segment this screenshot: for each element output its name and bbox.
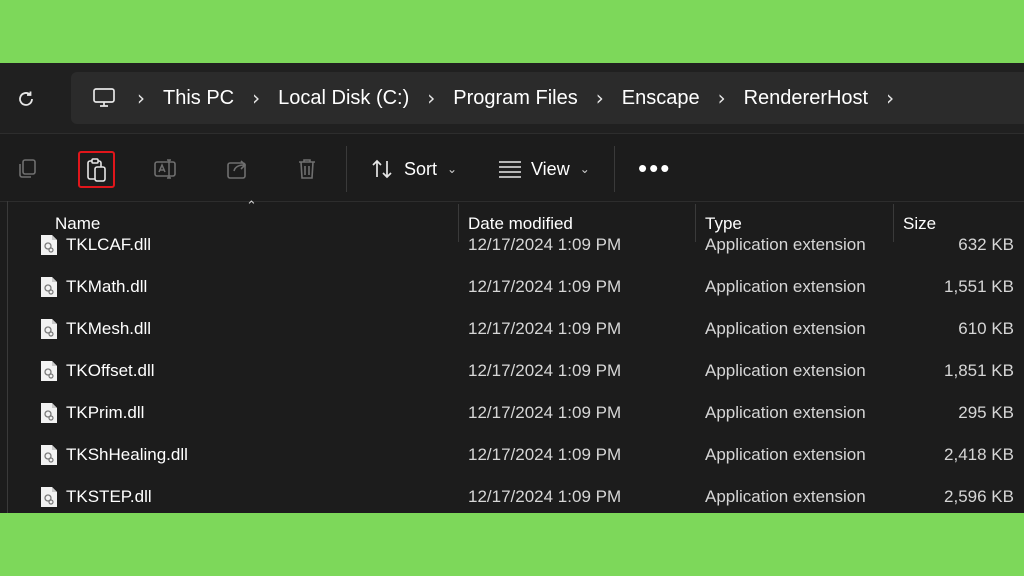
chevron-down-icon: ⌄ bbox=[447, 162, 458, 176]
crumb-rendererhost[interactable]: RendererHost bbox=[744, 87, 869, 110]
crumb-local-disk[interactable]: Local Disk (C:) bbox=[278, 87, 409, 110]
column-size-header[interactable]: Size bbox=[903, 214, 936, 234]
file-date: 12/17/2024 1:09 PM bbox=[468, 361, 622, 380]
sort-ascending-icon: ⌃ bbox=[246, 198, 257, 213]
dll-file-icon bbox=[40, 235, 58, 256]
file-name: TKMath.dll bbox=[66, 277, 148, 296]
file-date: 12/17/2024 1:09 PM bbox=[468, 445, 622, 464]
file-size: 295 KB bbox=[958, 403, 1014, 422]
paste-button[interactable] bbox=[78, 151, 115, 188]
table-row[interactable]: TKMath.dll 12/17/2024 1:09 PM Applicatio… bbox=[0, 266, 1024, 308]
breadcrumb[interactable]: › This PC › Local Disk (C:) › Program Fi… bbox=[71, 72, 1024, 124]
view-icon bbox=[499, 161, 521, 178]
table-row[interactable]: TKSTEP.dll 12/17/2024 1:09 PM Applicatio… bbox=[0, 476, 1024, 513]
file-size: 2,418 KB bbox=[944, 445, 1014, 464]
copy-button[interactable] bbox=[9, 151, 45, 187]
file-date: 12/17/2024 1:09 PM bbox=[468, 487, 622, 506]
address-row: › This PC › Local Disk (C:) › Program Fi… bbox=[0, 63, 1024, 133]
file-size: 610 KB bbox=[958, 319, 1014, 338]
file-list: TKLCAF.dll 12/17/2024 1:09 PM Applicatio… bbox=[0, 235, 1024, 513]
share-button[interactable] bbox=[219, 151, 255, 187]
column-type-header[interactable]: Type bbox=[705, 214, 742, 234]
sort-dropdown[interactable]: Sort ⌄ bbox=[370, 151, 457, 187]
file-type: Application extension bbox=[705, 277, 866, 296]
chevron-right-icon[interactable]: › bbox=[886, 86, 894, 110]
file-name: TKMesh.dll bbox=[66, 319, 152, 338]
share-icon bbox=[227, 160, 247, 179]
column-name-header[interactable]: Name bbox=[55, 214, 100, 234]
table-row[interactable]: TKLCAF.dll 12/17/2024 1:09 PM Applicatio… bbox=[0, 235, 1024, 266]
file-date: 12/17/2024 1:09 PM bbox=[468, 403, 622, 422]
chevron-right-icon[interactable]: › bbox=[718, 86, 726, 110]
crumb-this-pc[interactable]: This PC bbox=[163, 87, 234, 110]
rename-icon bbox=[154, 159, 176, 179]
dll-file-icon bbox=[40, 276, 58, 298]
toolbar-divider bbox=[614, 146, 615, 192]
file-name: TKShHealing.dll bbox=[66, 445, 188, 464]
command-bar: Sort ⌄ View ⌄ ••• bbox=[0, 133, 1024, 201]
file-type: Application extension bbox=[705, 235, 866, 254]
file-date: 12/17/2024 1:09 PM bbox=[468, 235, 622, 254]
table-row[interactable]: TKOffset.dll 12/17/2024 1:09 PM Applicat… bbox=[0, 350, 1024, 392]
file-explorer-window: › This PC › Local Disk (C:) › Program Fi… bbox=[0, 63, 1024, 513]
dll-file-icon bbox=[40, 360, 58, 382]
view-dropdown[interactable]: View ⌄ bbox=[497, 151, 590, 187]
chevron-down-icon: ⌄ bbox=[579, 162, 590, 176]
rename-button[interactable] bbox=[148, 151, 184, 187]
this-pc-icon[interactable] bbox=[89, 83, 119, 113]
delete-button[interactable] bbox=[289, 151, 325, 187]
chevron-right-icon[interactable]: › bbox=[427, 86, 435, 110]
copy-icon bbox=[19, 159, 36, 178]
file-date: 12/17/2024 1:09 PM bbox=[468, 319, 622, 338]
file-name: TKSTEP.dll bbox=[66, 487, 152, 506]
column-date-header[interactable]: Date modified bbox=[468, 214, 573, 234]
chevron-right-icon[interactable]: › bbox=[596, 86, 604, 110]
file-name: TKPrim.dll bbox=[66, 403, 145, 422]
file-size: 2,596 KB bbox=[944, 487, 1014, 506]
crumb-program-files[interactable]: Program Files bbox=[453, 87, 577, 110]
table-row[interactable]: TKShHealing.dll 12/17/2024 1:09 PM Appli… bbox=[0, 434, 1024, 476]
dll-file-icon bbox=[40, 486, 58, 508]
file-type: Application extension bbox=[705, 361, 866, 380]
table-row[interactable]: TKMesh.dll 12/17/2024 1:09 PM Applicatio… bbox=[0, 308, 1024, 350]
file-size: 632 KB bbox=[958, 235, 1014, 254]
refresh-button[interactable] bbox=[12, 85, 40, 113]
file-date: 12/17/2024 1:09 PM bbox=[468, 277, 622, 296]
dll-file-icon bbox=[40, 444, 58, 466]
file-type: Application extension bbox=[705, 403, 866, 422]
file-type: Application extension bbox=[705, 487, 866, 506]
file-name: TKOffset.dll bbox=[66, 361, 155, 380]
view-label: View bbox=[531, 158, 570, 179]
refresh-icon bbox=[19, 91, 33, 106]
chevron-right-icon[interactable]: › bbox=[137, 86, 145, 110]
chevron-right-icon[interactable]: › bbox=[252, 86, 260, 110]
sort-icon bbox=[372, 159, 392, 179]
paste-icon bbox=[86, 157, 106, 182]
file-type: Application extension bbox=[705, 319, 866, 338]
file-size: 1,851 KB bbox=[944, 361, 1014, 380]
trash-icon bbox=[299, 159, 315, 179]
crumb-enscape[interactable]: Enscape bbox=[622, 87, 700, 110]
more-options-icon[interactable]: ••• bbox=[638, 155, 671, 181]
file-type: Application extension bbox=[705, 445, 866, 464]
toolbar-divider bbox=[346, 146, 347, 192]
dll-file-icon bbox=[40, 402, 58, 424]
dll-file-icon bbox=[40, 318, 58, 340]
table-row[interactable]: TKPrim.dll 12/17/2024 1:09 PM Applicatio… bbox=[0, 392, 1024, 434]
file-name: TKLCAF.dll bbox=[66, 235, 152, 254]
file-size: 1,551 KB bbox=[944, 277, 1014, 296]
sort-label: Sort bbox=[404, 158, 438, 179]
